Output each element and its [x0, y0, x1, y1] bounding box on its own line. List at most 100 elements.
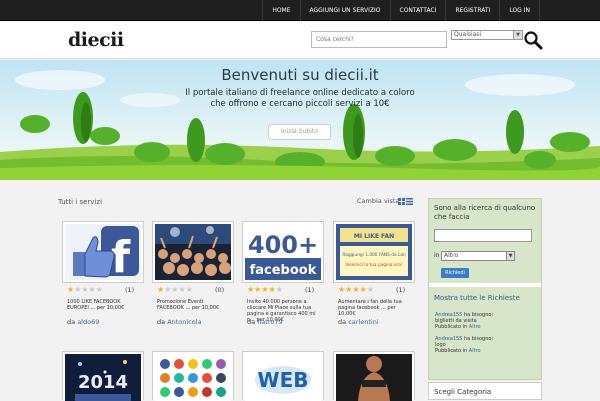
- request-item[interactable]: Andrea155 ha bisogno: logo Pubblicato in…: [435, 336, 493, 354]
- service-card[interactable]: 2014: [62, 351, 144, 401]
- seller-link[interactable]: flatro79: [257, 318, 282, 326]
- service-card[interactable]: WEB: [242, 351, 324, 401]
- mi-piace-fan-image: MI LIKE FAN Raggiungi 1.000 FANS da Lan …: [336, 224, 412, 280]
- service-card[interactable]: MI LIKE FAN Raggiungi 1.000 FANS da Lan …: [333, 221, 415, 331]
- star-rating: ★ ★ ★ ★ ★: [157, 285, 193, 295]
- star-icon: ★: [247, 285, 255, 294]
- seller-link[interactable]: aldo69: [77, 318, 99, 326]
- desc-line: EUROPEI ... per 10,00€: [67, 305, 125, 311]
- service-description[interactable]: Aumentare i fan della tua pagina faceboo…: [338, 299, 416, 317]
- by-prefix: da: [157, 318, 166, 326]
- choose-category-title: Scegli Categoria: [434, 388, 492, 396]
- service-description[interactable]: 1000 LIKE FACEBOOK EUROPEI ... per 10,00…: [67, 299, 145, 311]
- grid-view-icon[interactable]: [398, 198, 405, 205]
- service-description[interactable]: Promozione Eventi FACEBOOK ... per 10,00…: [157, 299, 235, 311]
- star-icon: ★: [275, 285, 283, 294]
- published-in-label: Pubblicato in: [435, 324, 468, 330]
- request-category[interactable]: Altro: [469, 324, 481, 330]
- search-icon[interactable]: [523, 30, 543, 50]
- star-icon: ★: [178, 285, 186, 294]
- star-icon: ★: [366, 285, 374, 294]
- chevron-down-icon: ▼: [513, 31, 522, 39]
- hero-banner: Benvenuti su diecii.it Il portale italia…: [0, 60, 600, 180]
- review-count: (1): [125, 286, 135, 294]
- star-icon: ★: [185, 285, 193, 294]
- category-select[interactable]: Qualsiasi ▼: [451, 30, 523, 40]
- service-thumbnail[interactable]: MI LIKE FAN Raggiungi 1.000 FANS da Lan …: [333, 221, 415, 283]
- star-icon: ★: [164, 285, 172, 294]
- hero-title: Benvenuti su diecii.it: [221, 66, 379, 84]
- social-icons-image: [155, 354, 231, 401]
- nav-contact[interactable]: CONTATTACI: [389, 0, 446, 21]
- service-thumbnail[interactable]: 2014: [62, 351, 144, 401]
- listing-title: Tutti i servizi: [58, 198, 103, 206]
- start-now-button[interactable]: Inizia Subito: [268, 124, 331, 140]
- request-category[interactable]: Altro: [469, 348, 481, 354]
- star-rating: ★ ★ ★ ★ ★: [338, 285, 374, 295]
- thumb-2014-text: 2014: [78, 372, 128, 393]
- service-thumbnail[interactable]: WEB: [242, 351, 324, 401]
- service-thumbnail[interactable]: 400+ facebook: [242, 221, 324, 283]
- list-view-icon[interactable]: [406, 198, 413, 205]
- nav-register[interactable]: REGISTRATI: [445, 0, 499, 21]
- show-all-requests-link[interactable]: Mostra tutte le Richieste: [434, 294, 520, 302]
- star-icon: ★: [254, 285, 262, 294]
- request-input[interactable]: [434, 229, 532, 242]
- hero-subtitle-line1: Il portale italiano di freelance online …: [185, 88, 415, 98]
- nav-login[interactable]: LOG IN: [499, 0, 540, 21]
- service-thumbnail[interactable]: [152, 351, 234, 401]
- service-thumbnail[interactable]: f: [62, 221, 144, 283]
- search-input[interactable]: [311, 31, 447, 48]
- hero-subtitle: Il portale italiano di freelance online …: [0, 88, 600, 110]
- published-in-label: Pubblicato in: [435, 348, 468, 354]
- star-icon: ★: [261, 285, 269, 294]
- star-rating: ★ ★ ★ ★ ★: [67, 285, 103, 295]
- thumb-mi-like-text: MI LIKE FAN: [354, 233, 394, 240]
- star-icon: ★: [268, 285, 276, 294]
- by-prefix: da: [67, 318, 76, 326]
- hero-subtitle-line2: che offrono e cercano piccoli servizi a …: [210, 99, 390, 109]
- star-icon: ★: [74, 285, 82, 294]
- logo[interactable]: diecii: [68, 29, 124, 51]
- change-view-label: Cambia vista: [357, 197, 400, 205]
- by-prefix: da: [338, 318, 347, 326]
- request-category-select[interactable]: Altro ▼: [441, 251, 515, 261]
- request-button[interactable]: Richiedi: [441, 268, 469, 278]
- thumb-fans-text: Raggiungi 1.000 FANS da Lan: [342, 252, 406, 258]
- 2014-image: 2014: [65, 354, 141, 401]
- chevron-down-icon: ▼: [506, 252, 514, 260]
- nav-add-service[interactable]: AGGIUNGI UN SERVIZIO: [299, 0, 390, 21]
- in-label: in: [434, 252, 440, 259]
- seller-link[interactable]: Antonicola: [167, 318, 201, 326]
- category-select-value: Qualsiasi: [454, 31, 482, 38]
- top-bar: HOME AGGIUNGI UN SERVIZIO CONTATTACI REG…: [0, 0, 600, 21]
- service-card[interactable]: 400+ facebook ★ ★ ★ ★ ★ (1) Invito 40.000 pe…: [242, 221, 324, 331]
- seller: da flatro79: [247, 318, 283, 326]
- service-thumbnail[interactable]: [152, 221, 234, 283]
- review-count: (0): [215, 286, 225, 294]
- service-card[interactable]: [333, 351, 415, 401]
- has-need-label: ha bisogno:: [464, 336, 494, 342]
- desc-line: 10,00€: [338, 311, 356, 317]
- service-thumbnail[interactable]: [333, 351, 415, 401]
- service-card[interactable]: f ★ ★ ★ ★ ★ (1) 1000 LIKE FACEBOOK EUROPEI .…: [62, 221, 144, 331]
- thumb-insert-text: Inserisci la tua pagina ora!: [345, 262, 403, 268]
- thumb-400-text: 400+: [248, 231, 318, 259]
- thumb-web-text: WEB: [258, 368, 309, 392]
- nav-home[interactable]: HOME: [262, 0, 299, 21]
- request-item[interactable]: Andrea155 ha bisogno: biglietti da visit…: [435, 312, 493, 330]
- facebook-like-image: f: [65, 224, 141, 280]
- star-icon: ★: [81, 285, 89, 294]
- by-prefix: da: [247, 318, 256, 326]
- star-icon: ★: [171, 285, 179, 294]
- star-icon: ★: [345, 285, 353, 294]
- service-card[interactable]: ★ ★ ★ ★ ★ (0) Promozione Eventi FACEBOOK ...…: [152, 221, 234, 331]
- review-count: (1): [305, 286, 315, 294]
- fitness-image: [336, 354, 412, 401]
- divider: [429, 283, 541, 287]
- seller: da Antonicola: [157, 318, 202, 326]
- seller-link[interactable]: carlentini: [348, 318, 378, 326]
- service-card[interactable]: [152, 351, 234, 401]
- review-count: (1): [396, 286, 406, 294]
- star-icon: ★: [95, 285, 103, 294]
